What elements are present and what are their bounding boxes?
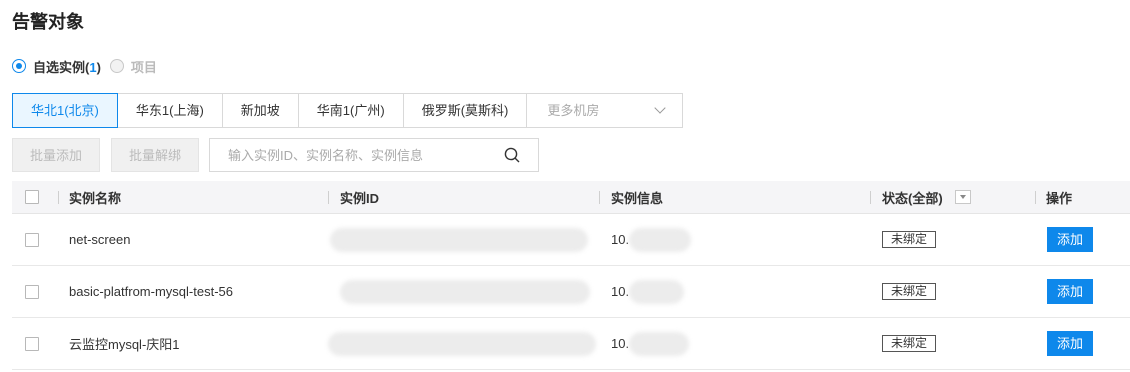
region-tab-singapore[interactable]: 新加坡 xyxy=(222,94,299,127)
instance-info-redacted xyxy=(629,279,685,304)
header-status[interactable]: 状态(全部) xyxy=(882,181,971,213)
instance-name: basic-platfrom-mysql-test-56 xyxy=(69,284,233,299)
status-badge: 未绑定 xyxy=(882,335,937,352)
row-checkbox[interactable] xyxy=(25,336,39,351)
region-more-label: 更多机房 xyxy=(547,103,600,118)
region-tab-beijing[interactable]: 华北1(北京) xyxy=(12,93,118,128)
batch-add-button[interactable]: 批量添加 xyxy=(12,138,100,172)
header-action: 操作 xyxy=(1046,190,1073,206)
scope-selector: 自选实例(1) 项目 xyxy=(12,57,157,75)
instance-count: 1 xyxy=(89,59,97,75)
chevron-down-icon xyxy=(654,102,667,114)
instance-table: 实例名称 实例ID 实例信息 状态(全部) 操作 net-screen 10. … xyxy=(12,181,1130,370)
instance-info-redacted xyxy=(629,331,690,356)
header-name: 实例名称 xyxy=(69,190,122,206)
row-checkbox[interactable] xyxy=(25,284,39,299)
add-button[interactable]: 添加 xyxy=(1047,331,1093,356)
search-input[interactable] xyxy=(210,139,490,171)
scope-label-instances[interactable]: 自选实例(1) xyxy=(33,57,101,76)
instance-id-redacted xyxy=(340,279,590,304)
scope-radio-project[interactable] xyxy=(109,59,124,73)
header-info: 实例信息 xyxy=(611,190,664,206)
add-button[interactable]: 添加 xyxy=(1047,227,1093,252)
instance-info: 10. xyxy=(611,336,630,351)
instance-id-redacted xyxy=(328,331,596,356)
instance-id-redacted xyxy=(330,227,588,252)
region-tab-guangzhou[interactable]: 华南1(广州) xyxy=(298,94,404,127)
table-row: basic-platfrom-mysql-test-56 10. 未绑定 添加 xyxy=(12,266,1130,318)
status-badge: 未绑定 xyxy=(882,283,937,300)
instance-info-redacted xyxy=(629,227,692,252)
header-id: 实例ID xyxy=(340,190,380,206)
table-row: 云监控mysql-庆阳1 10. 未绑定 添加 xyxy=(12,318,1130,370)
search-icon[interactable] xyxy=(504,147,520,163)
instance-name: net-screen xyxy=(69,232,131,247)
status-filter-dropdown-icon[interactable] xyxy=(954,190,971,204)
region-tabs: 华北1(北京) 华东1(上海) 新加坡 华南1(广州) 俄罗斯(莫斯科) 更多机… xyxy=(12,93,684,128)
instance-info: 10. xyxy=(611,232,630,247)
scope-label-project[interactable]: 项目 xyxy=(131,57,157,76)
select-all-checkbox[interactable] xyxy=(25,190,39,204)
row-checkbox[interactable] xyxy=(25,232,39,247)
batch-unbind-button[interactable]: 批量解绑 xyxy=(111,138,199,172)
table-row: net-screen 10. 未绑定 添加 xyxy=(12,214,1130,266)
scope-radio-instances[interactable] xyxy=(12,59,26,73)
add-button[interactable]: 添加 xyxy=(1047,279,1093,304)
table-header: 实例名称 实例ID 实例信息 状态(全部) 操作 xyxy=(12,181,1130,214)
header-status-label: 状态(全部) xyxy=(882,190,943,206)
search-box xyxy=(209,138,539,172)
region-more-dropdown[interactable]: 更多机房 xyxy=(527,94,683,127)
region-tab-shanghai[interactable]: 华东1(上海) xyxy=(117,94,223,127)
page-title: 告警对象 xyxy=(12,12,84,32)
instance-info: 10. xyxy=(611,284,630,299)
instance-name: 云监控mysql-庆阳1 xyxy=(69,337,180,352)
status-badge: 未绑定 xyxy=(882,231,937,248)
region-tab-moscow[interactable]: 俄罗斯(莫斯科) xyxy=(403,94,528,127)
